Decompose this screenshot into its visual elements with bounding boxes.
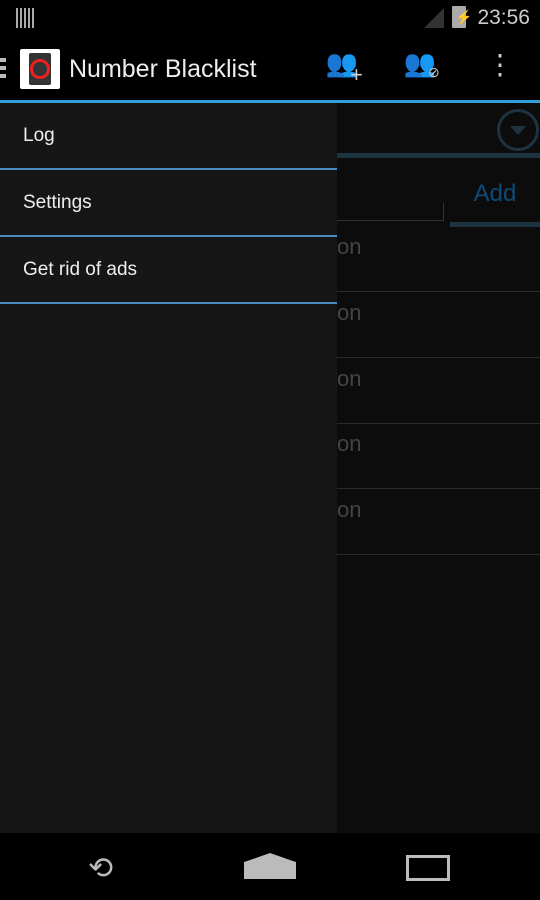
navigation-bar: ⟲: [0, 833, 540, 900]
battery-charging-icon: ⚡: [452, 6, 472, 28]
list-item[interactable]: on: [337, 423, 540, 489]
signal-icon: [424, 8, 444, 28]
back-icon[interactable]: ⟲: [88, 851, 113, 886]
block-contact-icon[interactable]: 👥 ⊘: [398, 48, 442, 88]
status-bar: ⚡ 23:56: [0, 0, 540, 36]
dropdown-icon[interactable]: [497, 109, 539, 151]
overflow-menu-icon[interactable]: ⋮: [478, 48, 522, 88]
list-item[interactable]: on: [337, 226, 540, 292]
app-title: Number Blacklist: [69, 55, 257, 83]
add-button[interactable]: Add: [450, 171, 540, 227]
drawer-item-log[interactable]: Log: [0, 103, 337, 170]
drawer-indicator-icon[interactable]: [0, 58, 6, 78]
list-item[interactable]: on: [337, 358, 540, 424]
main-content: Add on on on on on: [337, 103, 540, 833]
clock: 23:56: [477, 6, 530, 29]
add-contact-icon[interactable]: 👥 +: [320, 48, 364, 88]
recent-apps-icon[interactable]: [406, 855, 450, 881]
drawer-item-remove-ads[interactable]: Get rid of ads: [0, 237, 337, 304]
navigation-drawer: Log Settings Get rid of ads: [0, 103, 337, 833]
drawer-item-settings[interactable]: Settings: [0, 170, 337, 237]
action-bar: Number Blacklist 👥 + 👥 ⊘ ⋮: [0, 36, 540, 100]
number-input[interactable]: [337, 203, 444, 221]
list-item[interactable]: on: [337, 489, 540, 555]
home-icon[interactable]: [244, 853, 296, 879]
list-item[interactable]: on: [337, 292, 540, 358]
notification-icon: [16, 8, 34, 28]
app-icon[interactable]: [20, 49, 60, 89]
